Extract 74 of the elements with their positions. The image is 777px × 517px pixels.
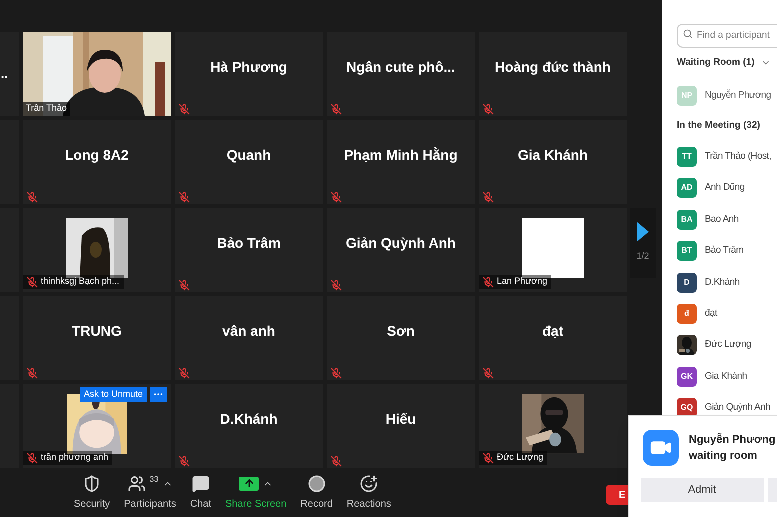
participant-name: Gia Khánh [518, 146, 588, 164]
participant-name: Nguyễn Phương [705, 88, 772, 103]
participant-name: Trần Thảo (Host, [705, 150, 772, 164]
video-camera-icon [643, 430, 679, 466]
video-frame [522, 218, 584, 278]
participant-row[interactable]: AD Anh Dũng [662, 172, 777, 204]
participant-name: Quanh [226, 146, 272, 165]
participant-name: Hoàng đức thành [495, 58, 611, 77]
admit-button[interactable]: Admit [641, 478, 764, 502]
search-field[interactable]: Find a participant [677, 24, 777, 48]
participant-name: D.Khánh [705, 276, 740, 290]
participant-name: Anh Dũng [705, 181, 745, 196]
participant-name: Hà Phương [210, 58, 288, 77]
participant-name: đạt [542, 322, 564, 340]
more-options-button[interactable] [150, 387, 168, 402]
participant-name: Bao Anh [705, 212, 739, 227]
participant-row[interactable]: TT Trần Thảo (Host, [662, 141, 777, 173]
participant-count: 33 [150, 474, 159, 486]
notification-text: waiting room [689, 449, 758, 464]
avatar: NP [677, 86, 697, 106]
chat-icon [192, 474, 210, 492]
record-icon [308, 474, 326, 492]
participant-row[interactable]: đ đạt [662, 298, 777, 330]
avatar: TT [677, 147, 697, 168]
participant-name: .. [0, 65, 8, 84]
avatar: đ [677, 304, 697, 324]
toolbar-button[interactable]: Chat [186, 474, 216, 512]
people-icon [128, 474, 146, 492]
next-page-arrow-icon[interactable] [637, 222, 649, 242]
avatar: BA [677, 210, 697, 230]
notification-title: Nguyễn Phương [689, 432, 776, 448]
participant-name: D.Khánh [220, 410, 278, 428]
participant-name: vân anh [222, 322, 276, 340]
participant-row[interactable]: BA Bao Anh [662, 204, 777, 236]
participant-name: Bảo Trâm [705, 244, 744, 258]
participant-name: Đức Lượng [497, 451, 544, 464]
toolbar-button[interactable]: Reactions [342, 474, 396, 512]
participant-name: Đức Lượng [705, 338, 752, 352]
participant-name: Giản Quỳnh Anh [705, 401, 771, 416]
participant-name: Ngân cute phô... [346, 58, 456, 77]
toolbar-button[interactable]: 33 Participants [120, 474, 180, 512]
participant-row[interactable]: Đức Lượng [662, 330, 777, 362]
share-screen-icon [239, 476, 260, 490]
section-title: In the Meeting (32) [677, 119, 760, 134]
section-title: Waiting Room (1) [677, 56, 755, 70]
participant-name: Giản Quỳnh Anh [346, 234, 456, 253]
avatar: D [677, 272, 697, 293]
participant-name: đạt [705, 306, 718, 321]
participant-name: thinhksgj Bạch ph... [41, 275, 120, 288]
toolbar-button[interactable]: Share Screen [222, 474, 291, 512]
participant-name: Trần Thảo [26, 102, 68, 116]
avatar: BT [677, 241, 697, 262]
avatar: GK [677, 366, 697, 387]
smiley-plus-icon [360, 474, 378, 492]
participant-name: Gia Khánh [705, 370, 748, 384]
participant-row[interactable]: BT Bảo Trâm [662, 236, 777, 267]
page-indicator: 1/2 [636, 250, 650, 264]
ask-to-unmute-button[interactable]: Ask to Unmute [80, 387, 148, 402]
participant-row[interactable]: GK Gia Khánh [662, 361, 777, 393]
participant-name: Sơn [387, 322, 415, 340]
participant-row[interactable]: D D.Khánh [662, 266, 777, 298]
participant-name: TRUNG [72, 322, 122, 340]
shield-icon [83, 474, 102, 492]
participant-name: Hiếu [386, 410, 416, 428]
toolbar-button[interactable]: Record [296, 474, 337, 512]
participant-name: Lan Phương [497, 275, 548, 288]
avatar: AD [677, 178, 697, 198]
participant-row[interactable]: NP Nguyễn Phương [662, 80, 777, 112]
participant-name: trần phương anh [41, 451, 108, 464]
search-icon [683, 29, 693, 39]
participant-name: Bảo Trâm [217, 234, 281, 252]
toolbar-button[interactable]: Security [70, 474, 114, 512]
participant-name: Long 8A2 [65, 146, 129, 165]
participant-name: Phạm Minh Hằng [344, 146, 458, 165]
